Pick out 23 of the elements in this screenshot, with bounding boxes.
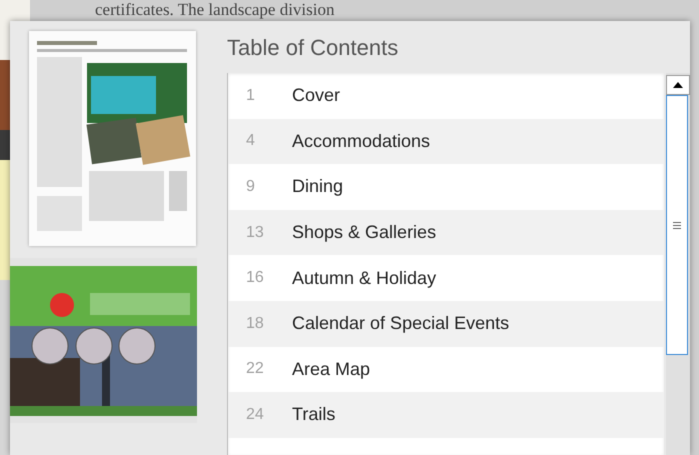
page-number: 22: [246, 360, 265, 378]
toc-entry-title[interactable]: Area Map: [292, 358, 370, 380]
page-number: 13: [246, 224, 265, 242]
panel-title: Table of Contents: [227, 35, 400, 61]
toc-entry-title[interactable]: Cover: [292, 85, 340, 106]
toc-entry-title[interactable]: Shops & Galleries: [292, 222, 436, 244]
page-number: 4: [246, 132, 256, 150]
toc-entry-title[interactable]: Autumn & Holiday: [292, 268, 436, 289]
scroll-up-button[interactable]: [666, 75, 690, 95]
page-number: 9: [246, 178, 256, 196]
toc-entry-title[interactable]: Dining: [292, 176, 344, 198]
toc-entry-title[interactable]: Calendar of Special Events: [292, 313, 510, 334]
toc-entry-title[interactable]: Trails: [292, 404, 336, 426]
page-number: 16: [246, 269, 265, 288]
scroll-thumb[interactable]: [666, 95, 688, 355]
grip-icon: [673, 222, 681, 228]
scrollbar[interactable]: [666, 73, 690, 455]
triangle-up-icon: [673, 82, 683, 88]
page-number: 18: [246, 314, 265, 333]
page-text: certificates. The landscape division: [95, 0, 334, 19]
page-number: 24: [246, 406, 265, 424]
page-number: 1: [246, 86, 256, 105]
toc-entry-title[interactable]: Accommodations: [292, 130, 430, 152]
